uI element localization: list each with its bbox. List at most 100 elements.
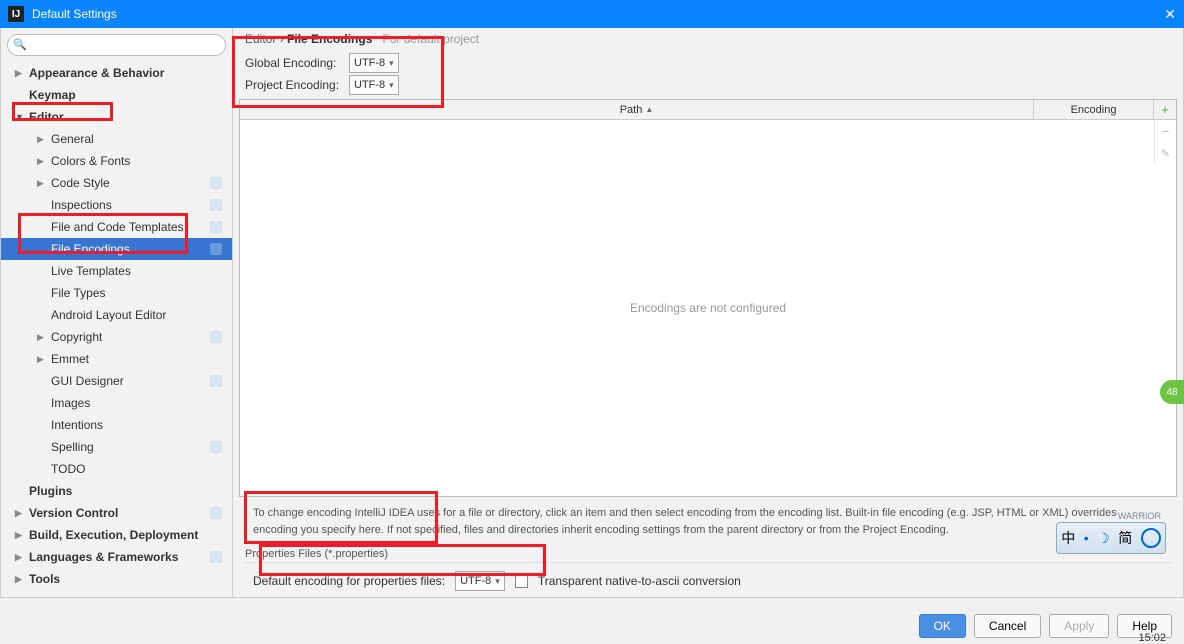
sidebar-item-label: GUI Designer — [51, 374, 124, 388]
sidebar-item-spelling[interactable]: Spelling — [1, 436, 232, 458]
sidebar-item-code-style[interactable]: ▶ Code Style — [1, 172, 232, 194]
sidebar-item-label: Inspections — [51, 198, 112, 212]
window-title: Default Settings — [32, 7, 117, 21]
col-encoding[interactable]: Encoding — [1034, 100, 1154, 119]
sidebar-item-live-templates[interactable]: Live Templates — [1, 260, 232, 282]
empty-message: Encodings are not configured — [630, 301, 786, 315]
search-input[interactable] — [7, 34, 226, 56]
project-badge-icon — [210, 551, 222, 563]
title-bar: IJ Default Settings ✕ — [0, 0, 1184, 28]
properties-encoding-select[interactable]: UTF-8 — [455, 571, 505, 591]
col-path[interactable]: Path ▲ — [240, 100, 1034, 119]
apply-button[interactable]: Apply — [1049, 614, 1109, 638]
table-tools: + — [1154, 100, 1176, 119]
sidebar-item-file-and-code-templates[interactable]: File and Code Templates — [1, 216, 232, 238]
sidebar-item-build-execution-deployment[interactable]: ▶ Build, Execution, Deployment — [1, 524, 232, 546]
transparent-checkbox[interactable] — [515, 575, 528, 588]
sidebar-item-label: Copyright — [51, 330, 102, 344]
content-area: 🔍 ▶ Appearance & Behavior Keymap ▼ Editor ▶ Ge… — [0, 28, 1184, 598]
search-icon: 🔍 — [13, 38, 27, 51]
chevron-right-icon: ▶ — [37, 332, 47, 343]
close-icon[interactable]: ✕ — [1164, 6, 1176, 23]
edit-icon[interactable]: ✎ — [1155, 142, 1176, 164]
cancel-button[interactable]: Cancel — [974, 614, 1041, 638]
green-badge[interactable]: 48 — [1160, 380, 1184, 404]
global-encoding-select[interactable]: UTF-8 — [349, 53, 399, 73]
sidebar-item-colors-fonts[interactable]: ▶ Colors & Fonts — [1, 150, 232, 172]
sidebar: 🔍 ▶ Appearance & Behavior Keymap ▼ Editor ▶ Ge… — [1, 28, 233, 597]
chevron-right-icon: ▶ — [15, 552, 25, 563]
project-encoding-row: Project Encoding: UTF-8 — [233, 74, 1183, 96]
chevron-right-icon: ▶ — [15, 530, 25, 541]
project-badge-icon — [210, 331, 222, 343]
global-encoding-row: Global Encoding: UTF-8 — [233, 52, 1183, 74]
remove-icon[interactable]: − — [1155, 120, 1176, 142]
sidebar-item-copyright[interactable]: ▶ Copyright — [1, 326, 232, 348]
sidebar-item-label: Spelling — [51, 440, 94, 454]
sidebar-item-images[interactable]: Images — [1, 392, 232, 414]
default-enc-label: Default encoding for properties files: — [253, 574, 445, 588]
sidebar-item-gui-designer[interactable]: GUI Designer — [1, 370, 232, 392]
chevron-right-icon: ▶ — [15, 68, 25, 79]
ok-button[interactable]: OK — [919, 614, 966, 638]
settings-tree[interactable]: ▶ Appearance & Behavior Keymap ▼ Editor ▶ Gene… — [1, 62, 232, 597]
project-encoding-select[interactable]: UTF-8 — [349, 75, 399, 95]
clock: 15:02 — [1138, 632, 1166, 644]
sidebar-item-label: Editor — [29, 110, 64, 124]
sidebar-item-label: Colors & Fonts — [51, 154, 130, 168]
project-badge-icon — [210, 177, 222, 189]
ime-widget[interactable]: WARRIOR 中 • ☽ 简 — [1056, 522, 1166, 554]
project-badge-icon — [210, 199, 222, 211]
sidebar-item-label: Languages & Frameworks — [29, 550, 178, 564]
sidebar-item-label: General — [51, 132, 94, 146]
sidebar-item-todo[interactable]: TODO — [1, 458, 232, 480]
sidebar-item-label: Appearance & Behavior — [29, 66, 164, 80]
sidebar-item-plugins[interactable]: Plugins — [1, 480, 232, 502]
sidebar-item-inspections[interactable]: Inspections — [1, 194, 232, 216]
sidebar-item-tools[interactable]: ▶ Tools — [1, 568, 232, 590]
sidebar-item-label: Intentions — [51, 418, 103, 432]
chevron-right-icon: ▶ — [15, 574, 25, 585]
project-badge-icon — [210, 375, 222, 387]
sidebar-item-file-encodings[interactable]: File Encodings — [1, 238, 232, 260]
add-icon[interactable]: + — [1154, 100, 1176, 119]
breadcrumb: Editor › File Encodings For default proj… — [233, 28, 1183, 52]
sidebar-item-label: Build, Execution, Deployment — [29, 528, 198, 542]
sidebar-item-label: File Types — [51, 286, 105, 300]
sidebar-item-intentions[interactable]: Intentions — [1, 414, 232, 436]
sidebar-item-label: Code Style — [51, 176, 110, 190]
sidebar-item-android-layout-editor[interactable]: Android Layout Editor — [1, 304, 232, 326]
chevron-right-icon: ▶ — [37, 134, 47, 145]
sidebar-item-keymap[interactable]: Keymap — [1, 84, 232, 106]
project-badge-icon — [210, 243, 222, 255]
chevron-right-icon: ▶ — [37, 178, 47, 189]
sidebar-item-appearance-behavior[interactable]: ▶ Appearance & Behavior — [1, 62, 232, 84]
dialog-buttons: OK Cancel Apply Help — [919, 614, 1172, 638]
sidebar-item-label: Android Layout Editor — [51, 308, 166, 322]
sidebar-item-label: Emmet — [51, 352, 89, 366]
sidebar-item-label: File Encodings — [51, 242, 130, 256]
sidebar-item-label: Keymap — [29, 88, 76, 102]
sidebar-item-label: File and Code Templates — [51, 220, 184, 234]
hint-text: To change encoding IntelliJ IDEA uses fo… — [233, 497, 1183, 542]
sidebar-item-general[interactable]: ▶ General — [1, 128, 232, 150]
properties-row: Default encoding for properties files: U… — [245, 571, 1171, 591]
properties-title: Properties Files (*.properties) — [245, 548, 1171, 563]
sidebar-item-file-types[interactable]: File Types — [1, 282, 232, 304]
project-badge-icon — [210, 507, 222, 519]
sidebar-item-languages-frameworks[interactable]: ▶ Languages & Frameworks — [1, 546, 232, 568]
ime-circle-icon — [1141, 528, 1161, 548]
table-body: Encodings are not configured − ✎ — [240, 120, 1176, 496]
properties-section: Properties Files (*.properties) Default … — [233, 542, 1183, 597]
table-header: Path ▲ Encoding + — [240, 100, 1176, 120]
sidebar-item-version-control[interactable]: ▶Version Control — [1, 502, 232, 524]
sidebar-item-emmet[interactable]: ▶Emmet — [1, 348, 232, 370]
sidebar-item-editor[interactable]: ▼ Editor — [1, 106, 232, 128]
chevron-down-icon: ▼ — [15, 112, 25, 122]
project-badge-icon — [210, 441, 222, 453]
sidebar-item-label: Tools — [29, 572, 60, 586]
global-encoding-label: Global Encoding: — [245, 56, 349, 70]
transparent-label: Transparent native-to-ascii conversion — [538, 574, 741, 588]
sidebar-item-label: Images — [51, 396, 90, 410]
chevron-right-icon: ▶ — [37, 156, 47, 167]
